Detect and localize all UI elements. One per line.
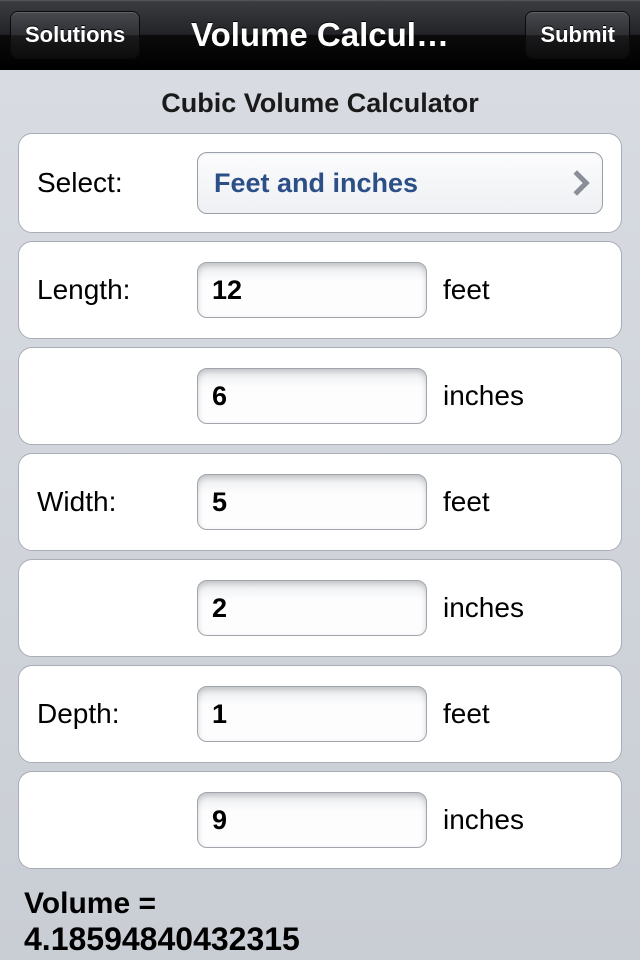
result-label: Volume = [24,887,616,921]
depth-feet-unit: feet [443,698,490,730]
result-block: Volume = 4.18594840432315 cubic yards [18,877,622,960]
width-inches-unit: inches [443,592,524,624]
depth-label: Depth: [37,698,197,730]
width-inches-card: inches [18,559,622,657]
width-feet-card: Width: feet [18,453,622,551]
width-feet-input[interactable] [197,474,427,530]
depth-feet-card: Depth: feet [18,665,622,763]
depth-inches-card: inches [18,771,622,869]
unit-select-value: Feet and inches [214,168,418,199]
depth-inches-unit: inches [443,804,524,836]
length-feet-unit: feet [443,274,490,306]
content: Cubic Volume Calculator Select: Feet and… [0,88,640,960]
chevron-right-icon [564,170,589,195]
length-inches-input[interactable] [197,368,427,424]
length-inches-card: inches [18,347,622,445]
length-inches-unit: inches [443,380,524,412]
navbar: Solutions Volume Calcul… Submit [0,0,640,70]
unit-select[interactable]: Feet and inches [197,152,603,214]
length-feet-card: Length: feet [18,241,622,339]
solutions-button[interactable]: Solutions [10,11,140,59]
width-inches-input[interactable] [197,580,427,636]
submit-button[interactable]: Submit [525,11,630,59]
depth-inches-input[interactable] [197,792,427,848]
length-label: Length: [37,274,197,306]
page-title: Volume Calcul… [191,16,449,54]
depth-feet-input[interactable] [197,686,427,742]
result-value: 4.18594840432315 [24,921,616,958]
select-label: Select: [37,167,197,199]
width-feet-unit: feet [443,486,490,518]
select-card: Select: Feet and inches [18,133,622,233]
width-label: Width: [37,486,197,518]
length-feet-input[interactable] [197,262,427,318]
section-title: Cubic Volume Calculator [18,88,622,119]
